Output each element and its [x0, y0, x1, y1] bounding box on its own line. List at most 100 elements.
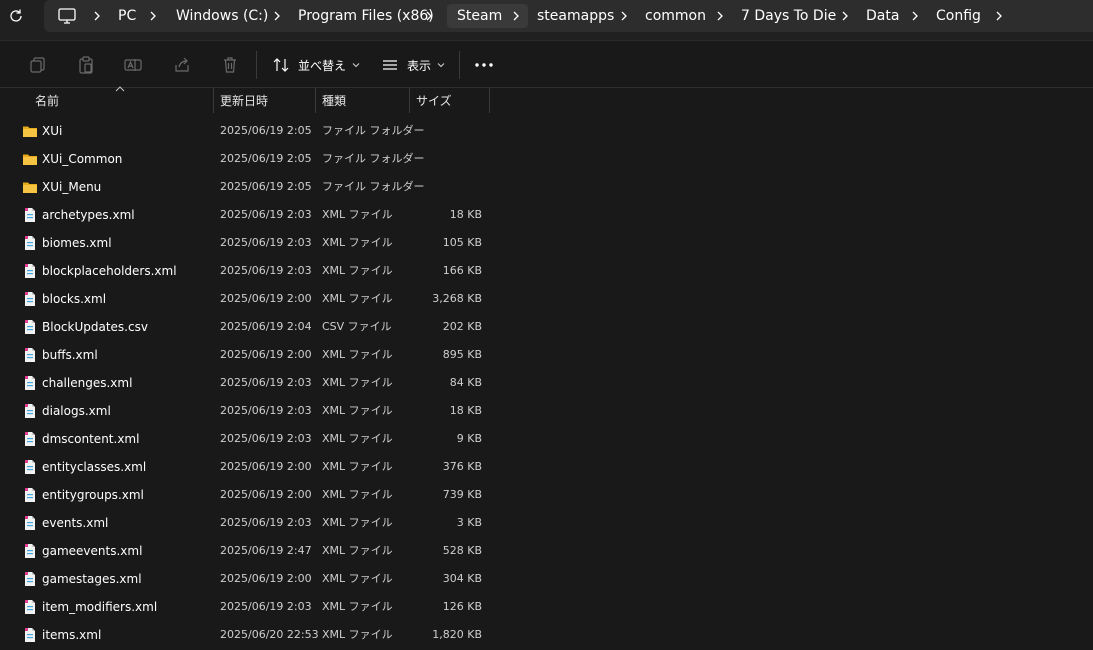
- refresh-icon: [10, 9, 22, 22]
- file-size: [410, 173, 482, 201]
- file-row[interactable]: dialogs.xml 2025/06/19 2:03 XML ファイル 18 KB: [0, 397, 1093, 425]
- pc-icon[interactable]: [58, 8, 76, 24]
- file-date: 2025/06/19 2:00: [220, 488, 312, 501]
- file-size: 304 KB: [442, 572, 482, 585]
- chevron-right-icon[interactable]: [92, 10, 102, 22]
- file-date: 2025/06/19 2:05: [220, 124, 312, 137]
- chevron-right-icon[interactable]: [272, 10, 282, 22]
- chevron-right-icon[interactable]: [424, 10, 434, 22]
- file-date: 2025/06/19 2:05: [220, 152, 312, 165]
- file-type: XML ファイル: [322, 236, 393, 249]
- xml-file-icon: [22, 263, 38, 279]
- file-size: 3 KB: [456, 516, 482, 529]
- more-options-button[interactable]: [474, 53, 494, 77]
- chevron-right-icon[interactable]: [994, 10, 1004, 22]
- column-header-date[interactable]: 更新日時: [220, 88, 314, 113]
- file-date: 2025/06/19 2:00: [220, 292, 312, 305]
- breadcrumb-windows-c[interactable]: Windows (C:): [176, 0, 268, 32]
- chevron-right-icon[interactable]: [148, 10, 158, 22]
- file-row[interactable]: archetypes.xml 2025/06/19 2:03 XML ファイル 18 …: [0, 201, 1093, 229]
- column-divider[interactable]: [213, 88, 214, 113]
- file-size: 9 KB: [456, 432, 482, 445]
- file-row[interactable]: dmscontent.xml 2025/06/19 2:03 XML ファイル 9 K…: [0, 425, 1093, 453]
- sort-label: 並べ替え: [298, 58, 347, 73]
- rename-button[interactable]: [123, 55, 143, 75]
- file-type: XML ファイル: [322, 544, 393, 557]
- file-date: 2025/06/19 2:03: [220, 208, 312, 221]
- sort-button[interactable]: 並べ替え: [272, 53, 360, 77]
- file-type: XML ファイル: [322, 348, 393, 361]
- file-name: XUi_Common: [42, 152, 123, 166]
- chevron-right-icon[interactable]: [715, 10, 725, 22]
- file-row[interactable]: BlockUpdates.csv 2025/06/19 2:04 CSV ファイル 2…: [0, 313, 1093, 341]
- breadcrumb-7-days-to-die[interactable]: 7 Days To Die: [741, 0, 836, 32]
- chevron-right-icon[interactable]: [840, 10, 850, 22]
- breadcrumb-data[interactable]: Data: [866, 0, 899, 32]
- file-date: 2025/06/19 2:03: [220, 432, 312, 445]
- file-row[interactable]: entitygroups.xml 2025/06/19 2:00 XML ファイル 7…: [0, 481, 1093, 509]
- file-name: entitygroups.xml: [42, 488, 144, 502]
- chevron-down-icon: [437, 63, 445, 68]
- file-name: blockplaceholders.xml: [42, 264, 177, 278]
- more-dots-icon: [475, 63, 493, 67]
- folder-icon: [22, 179, 38, 195]
- file-name: BlockUpdates.csv: [42, 320, 148, 334]
- column-header-size[interactable]: サイズ: [416, 88, 488, 113]
- file-size: 3,268 KB: [432, 292, 482, 305]
- file-row[interactable]: gameevents.xml 2025/06/19 2:47 XML ファイル 528…: [0, 537, 1093, 565]
- column-divider[interactable]: [489, 88, 490, 113]
- xml-file-icon: [22, 515, 38, 531]
- file-row[interactable]: gamestages.xml 2025/06/19 2:00 XML ファイル 304…: [0, 565, 1093, 593]
- file-type: XML ファイル: [322, 572, 393, 585]
- chevron-right-icon[interactable]: [910, 10, 920, 22]
- breadcrumb-common[interactable]: common: [645, 0, 706, 32]
- delete-button[interactable]: [220, 55, 240, 75]
- chevron-right-icon[interactable]: [619, 10, 629, 22]
- file-size: 895 KB: [442, 348, 482, 361]
- file-row[interactable]: biomes.xml 2025/06/19 2:03 XML ファイル 105 KB: [0, 229, 1093, 257]
- column-header-type[interactable]: 種類: [322, 88, 408, 113]
- file-name: gameevents.xml: [42, 544, 143, 558]
- breadcrumb-config[interactable]: Config: [936, 0, 981, 32]
- file-name: challenges.xml: [42, 376, 133, 390]
- paste-button[interactable]: [76, 55, 96, 75]
- file-row[interactable]: events.xml 2025/06/19 2:03 XML ファイル 3 KB: [0, 509, 1093, 537]
- chevron-right-icon: [513, 11, 519, 21]
- share-button[interactable]: [172, 55, 192, 75]
- folder-icon: [22, 123, 38, 139]
- file-name: items.xml: [42, 628, 102, 642]
- file-row[interactable]: blocks.xml 2025/06/19 2:00 XML ファイル 3,268 K…: [0, 285, 1093, 313]
- file-row[interactable]: item_modifiers.xml 2025/06/19 2:03 XML ファイ…: [0, 593, 1093, 621]
- file-row[interactable]: blockplaceholders.xml 2025/06/19 2:03 XML …: [0, 257, 1093, 285]
- file-row[interactable]: items.xml 2025/06/20 22:53 XML ファイル 1,820 K…: [0, 621, 1093, 649]
- breadcrumb-steam[interactable]: Steam: [447, 4, 513, 28]
- file-row[interactable]: challenges.xml 2025/06/19 2:03 XML ファイル 84 …: [0, 369, 1093, 397]
- column-divider[interactable]: [315, 88, 316, 113]
- file-row[interactable]: XUi 2025/06/19 2:05 ファイル フォルダー: [0, 117, 1093, 145]
- breadcrumb-pc[interactable]: PC: [118, 0, 136, 32]
- file-type: XML ファイル: [322, 460, 393, 473]
- file-size: 202 KB: [442, 320, 482, 333]
- column-header-name[interactable]: 名前: [35, 88, 213, 113]
- refresh-button[interactable]: [6, 6, 26, 26]
- column-divider[interactable]: [409, 88, 410, 113]
- breadcrumb-program-files-x86[interactable]: Program Files (x86): [298, 0, 434, 32]
- view-list-icon: [383, 60, 397, 70]
- address-bar-row: PC Windows (C:) Program Files (x86) Stea…: [0, 0, 1093, 40]
- file-row[interactable]: XUi_Menu 2025/06/19 2:05 ファイル フォルダー: [0, 173, 1093, 201]
- file-row[interactable]: entityclasses.xml 2025/06/19 2:00 XML ファイル…: [0, 453, 1093, 481]
- breadcrumb-steamapps[interactable]: steamapps: [537, 0, 614, 32]
- file-date: 2025/06/19 2:05: [220, 180, 312, 193]
- xml-file-icon: [22, 487, 38, 503]
- breadcrumb-steam-dropdown[interactable]: [504, 4, 528, 28]
- file-name: events.xml: [42, 516, 109, 530]
- file-size: 166 KB: [442, 264, 482, 277]
- file-row[interactable]: buffs.xml 2025/06/19 2:00 XML ファイル 895 KB: [0, 341, 1093, 369]
- file-name: XUi: [42, 124, 63, 138]
- paste-icon: [79, 56, 93, 74]
- view-button[interactable]: 表示: [381, 53, 445, 77]
- address-bar[interactable]: PC Windows (C:) Program Files (x86) Stea…: [44, 0, 1093, 32]
- file-row[interactable]: XUi_Common 2025/06/19 2:05 ファイル フォルダー: [0, 145, 1093, 173]
- file-date: 2025/06/19 2:00: [220, 460, 312, 473]
- copy-button[interactable]: [28, 55, 48, 75]
